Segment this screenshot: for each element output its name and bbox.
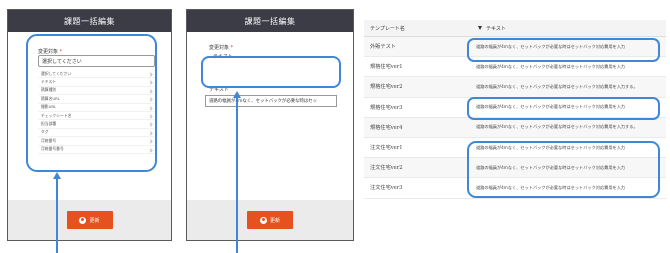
select-option[interactable]: 積算種別 — [38, 87, 155, 96]
template-name-cell: 規格住宅ver3 — [370, 104, 403, 111]
arrow-up-icon — [233, 91, 241, 98]
modal-body: 変更対象 * テキスト テキスト 道路の幅員が4mなく、セットバックが必要な時は… — [187, 32, 353, 202]
text-input[interactable]: 道路の幅員が4mなく、セットバックが必要な時はセッ — [205, 95, 337, 107]
select-option[interactable]: 月総番号 — [38, 137, 155, 146]
template-text-cell: 道路の幅員が4mなく、セットバックが必要な時はセットバック対応費用を入力 — [476, 184, 626, 190]
template-text-cell: 道路の幅員が4mなく、セットバックが必要な時はセットバック対応費用を入力する。 — [476, 124, 638, 130]
select-option[interactable]: 積算名URL — [38, 95, 155, 104]
table-row[interactable]: 規格住宅ver3 道路の幅員が4mなく、セットバックが必要な時はセットバック対応… — [364, 98, 666, 118]
update-button[interactable]: 更新 — [247, 211, 293, 229]
target-select[interactable]: 選択してください — [38, 55, 155, 67]
modal-footer: 更新 — [187, 200, 353, 240]
field-label: 変更対象 * — [38, 48, 62, 55]
modal-title: 課題一括編集 — [8, 10, 171, 32]
template-name-cell: 規格住宅ver4 — [370, 124, 403, 131]
user-icon — [259, 216, 267, 224]
table-header: テンプレート名 テキスト — [364, 20, 666, 37]
table-row[interactable]: 注文住宅ver1 道路の幅員が4mなく、セットバックが必要な時はセットバック対応… — [364, 138, 666, 159]
table-row[interactable]: 規格住宅ver2 道路の幅員が4mなく、セットバックが必要な時はセットバック対応… — [364, 77, 666, 98]
modal-body: 変更対象 * 選択してください 選択してください テキスト 積算種別 積算名UR… — [8, 32, 171, 202]
select-option[interactable]: テキスト — [38, 78, 155, 87]
update-button[interactable]: 更新 — [66, 211, 113, 229]
template-name-cell: 注文住宅ver2 — [370, 165, 403, 172]
modal-footer: 更新 — [8, 200, 171, 240]
select-option[interactable]: チェックシート名 — [38, 112, 155, 121]
column-header-name[interactable]: テンプレート名 — [364, 25, 464, 32]
template-name-cell: 規格住宅ver2 — [370, 84, 403, 91]
template-table: テンプレート名 テキスト 外販テスト 道路の幅員が4mなく、セットバックが必要な… — [364, 20, 666, 199]
sort-down-icon[interactable] — [478, 26, 482, 30]
table-row[interactable]: 注文住宅ver3 道路の幅員が4mなく、セットバックが必要な時はセットバック対応… — [364, 178, 666, 199]
annotation-arrow — [53, 172, 61, 253]
table-body: 外販テスト 道路の幅員が4mなく、セットバックが必要な時はセットバック対応費用を… — [364, 37, 666, 199]
table-row[interactable]: 規格住宅ver4 道路の幅員が4mなく、セットバックが必要な時はセットバック対応… — [364, 117, 666, 138]
select-option[interactable]: 月総番号番号 — [38, 146, 155, 154]
stage: 課題一括編集 変更対象 * 選択してください 選択してください テキスト 積算種… — [0, 0, 670, 253]
arrow-up-icon — [53, 172, 61, 179]
target-value[interactable]: テキスト — [213, 53, 233, 60]
template-name-cell: 注文住宅ver3 — [370, 185, 403, 192]
template-text-cell: 道路の幅員が4mなく、セットバックが必要な時はセットバック対応費用を入力 — [476, 164, 626, 170]
field-label: 変更対象 * — [209, 44, 233, 51]
template-name-cell: 注文住宅ver1 — [370, 145, 403, 152]
template-text-cell: 道路の幅員が4mなく、セットバックが必要な時はセットバック対応費用を入力 — [476, 43, 626, 49]
template-text-cell: 道路の幅員が4mなく、セットバックが必要な時はセットバック対応費用を入力 — [476, 104, 626, 110]
template-name-cell: 規格住宅ver1 — [370, 64, 403, 71]
column-header-text[interactable]: テキスト — [464, 25, 506, 32]
table-row[interactable]: 外販テスト 道路の幅員が4mなく、セットバックが必要な時はセットバック対応費用を… — [364, 37, 666, 58]
template-text-cell: 道路の幅員が4mなく、セットバックが必要な時はセットバック対応費用を入力 — [476, 144, 626, 150]
template-name-cell: 外販テスト — [370, 44, 396, 51]
select-options-list: 選択してください テキスト 積算種別 積算名URL 撮影URL チェックシート名… — [38, 70, 155, 154]
user-icon — [79, 216, 87, 224]
template-text-cell: 道路の幅員が4mなく、セットバックが必要な時はセットバック対応費用を入力 — [476, 63, 626, 69]
field-label-text: 変更対象 — [209, 45, 230, 51]
update-button-label: 更新 — [89, 217, 100, 224]
table-row[interactable]: 注文住宅ver2 道路の幅員が4mなく、セットバックが必要な時はセットバック対応… — [364, 158, 666, 179]
select-option[interactable]: タグ — [38, 129, 155, 138]
text-field-label: テキスト — [209, 87, 229, 93]
bulk-edit-modal-text: 課題一括編集 変更対象 * テキスト テキスト 道路の幅員が4mなく、セットバッ… — [186, 9, 354, 241]
bulk-edit-modal-select: 課題一括編集 変更対象 * 選択してください 選択してください テキスト 積算種… — [7, 9, 172, 241]
modal-title: 課題一括編集 — [187, 10, 353, 32]
column-header-text-label: テキスト — [486, 25, 506, 32]
select-option[interactable]: 担当部署 — [38, 120, 155, 129]
template-text-cell: 道路の幅員が4mなく、セットバックが必要な時はセットバック対応費用を入力する。 — [476, 83, 638, 89]
annotation-arrow — [233, 91, 241, 253]
required-mark: * — [230, 45, 234, 51]
select-option[interactable]: 撮影URL — [38, 104, 155, 112]
table-row[interactable]: 規格住宅ver1 道路の幅員が4mなく、セットバックが必要な時はセットバック対応… — [364, 57, 666, 78]
update-button-label: 更新 — [269, 217, 280, 224]
select-option[interactable]: 選択してください — [38, 70, 155, 79]
